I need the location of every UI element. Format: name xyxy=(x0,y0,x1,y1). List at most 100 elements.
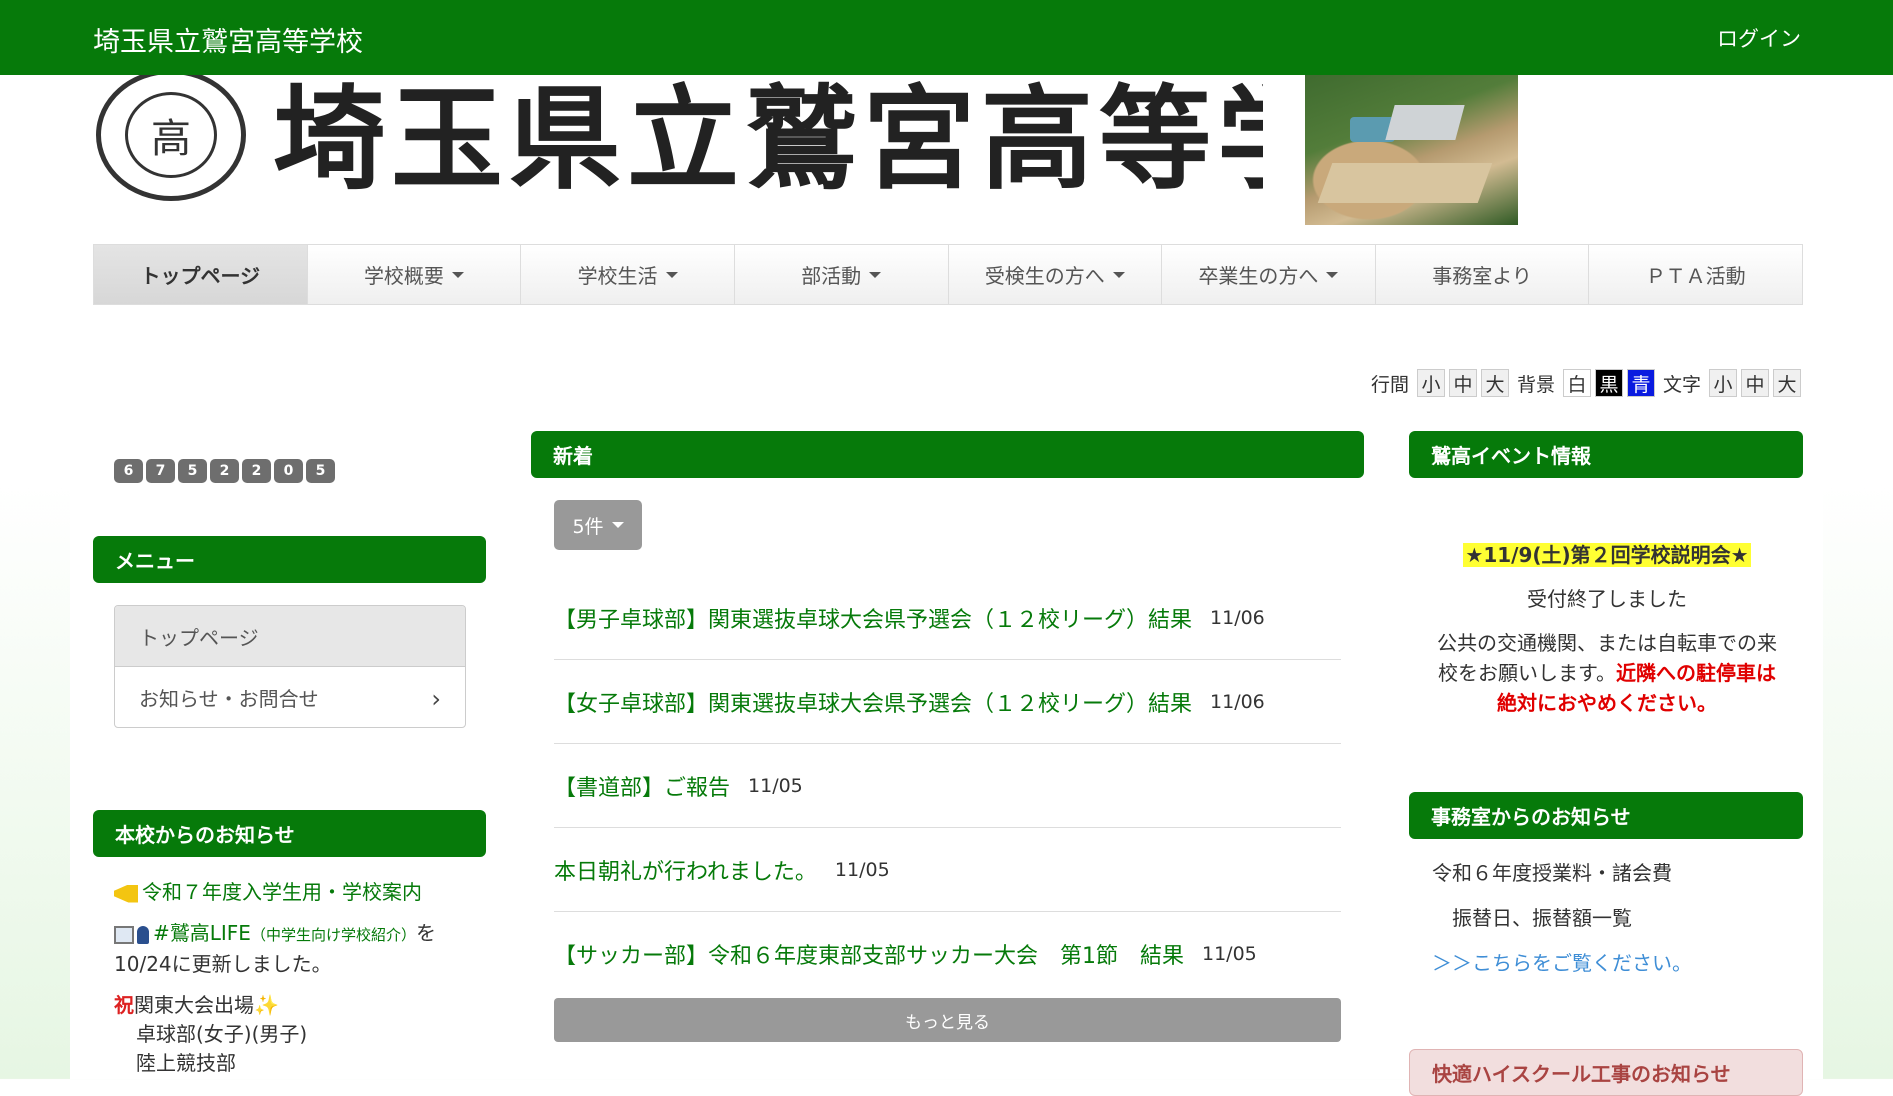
nav-graduates[interactable]: 卒業生の方へ xyxy=(1162,245,1376,304)
list-item: 【サッカー部】令和６年度東部支部サッカー大会 第1節 結果 11/05 xyxy=(554,912,1341,996)
megaphone-icon xyxy=(114,884,138,903)
notice-link-guide[interactable]: 令和７年度入学生用・学校案内 xyxy=(142,880,422,904)
nav-label: 学校概要 xyxy=(363,264,444,288)
text-size-medium[interactable]: 中 xyxy=(1741,369,1769,397)
visitor-counter: 6 7 5 2 2 0 5 xyxy=(114,459,335,483)
office-text: 令和６年度授業料・諸会費 xyxy=(1432,861,1672,885)
notice-link-life[interactable]: #鷲高LIFE（中学生向け学校紹介） xyxy=(153,921,416,945)
caret-down-icon xyxy=(451,271,464,278)
event-highlight: ★11/9(土)第２回学校説明会★ xyxy=(1463,543,1751,567)
emblem-char: 高 xyxy=(125,92,217,178)
nav-label: 部活動 xyxy=(801,264,862,288)
list-item: 【書道部】ご報告 11/05 xyxy=(554,744,1341,828)
notice-item: 祝関東大会出場✨ 卓球部(女子)(男子) 陸上競技部 xyxy=(114,991,459,1078)
chart-icon xyxy=(114,925,134,944)
event-closed: 受付終了しました xyxy=(1527,587,1687,611)
menu-heading: メニュー xyxy=(93,536,486,583)
caret-down-icon xyxy=(665,271,678,278)
notice-text: 陸上競技部 xyxy=(136,1051,236,1075)
line-spacing-medium[interactable]: 中 xyxy=(1448,369,1477,397)
menu-item-label: トップページ xyxy=(139,625,259,650)
office-text: 振替日、振替額一覧 xyxy=(1452,906,1632,930)
chevron-right-icon: › xyxy=(431,685,441,713)
notices-heading: 本校からのお知らせ xyxy=(93,810,486,857)
post-date: 11/06 xyxy=(1210,606,1265,629)
header-banner[interactable]: 高 埼玉県立鷲宮高等学校 xyxy=(93,75,1263,225)
text-size-label: 文字 xyxy=(1662,373,1701,396)
caret-down-icon xyxy=(1326,271,1339,278)
counter-digit: 2 xyxy=(242,459,271,483)
site-title[interactable]: 埼玉県立鷲宮高等学校 xyxy=(93,20,363,59)
post-date: 11/05 xyxy=(834,858,890,881)
caret-down-icon xyxy=(611,522,624,528)
nav-club[interactable]: 部活動 xyxy=(735,245,949,304)
top-bar: 埼玉県立鷲宮高等学校 ログイン xyxy=(0,0,1893,75)
banner-school-name: 埼玉県立鷲宮高等学校 xyxy=(273,75,1263,205)
sparkle-icon: ✨ xyxy=(254,993,279,1017)
construction-heading: 快適ハイスクール工事のお知らせ xyxy=(1409,1049,1803,1096)
post-title[interactable]: 【書道部】ご報告 xyxy=(554,770,730,802)
login-link[interactable]: ログイン xyxy=(1717,23,1801,53)
menu-item-top[interactable]: トップページ xyxy=(115,606,465,667)
list-item: 【女子卓球部】関東選抜卓球大会県予選会（１２校リーグ）結果 11/06 xyxy=(554,660,1341,744)
post-date: 11/06 xyxy=(1210,690,1265,713)
caret-down-icon xyxy=(869,271,882,278)
list-item: 本日朝礼が行われました。 11/05 xyxy=(554,828,1341,912)
aerial-photo xyxy=(1305,75,1518,225)
nav-pta[interactable]: ＰＴＡ活動 xyxy=(1589,245,1802,304)
counter-digit: 6 xyxy=(114,459,143,483)
bg-black-button[interactable]: 黒 xyxy=(1594,369,1623,397)
event-heading: 鷲高イベント情報 xyxy=(1409,431,1803,478)
more-button[interactable]: もっと見る xyxy=(554,998,1341,1042)
text-size-small[interactable]: 小 xyxy=(1709,369,1737,397)
event-info: ★11/9(土)第２回学校説明会★ 受付終了しました 公共の交通機関、または自転… xyxy=(1409,540,1805,718)
post-date: 11/05 xyxy=(748,774,803,797)
post-title[interactable]: 【サッカー部】令和６年度東部支部サッカー大会 第1節 結果 xyxy=(554,938,1184,970)
nav-top[interactable]: トップページ xyxy=(94,245,308,304)
accessibility-tools: 行間 小 中 大 背景 白 黒 青 文字 小 中 大 xyxy=(1363,369,1801,397)
notice-text: 卓球部(女子)(男子) xyxy=(136,1022,308,1046)
office-heading: 事務室からのお知らせ xyxy=(1409,792,1803,839)
line-spacing-small[interactable]: 小 xyxy=(1416,369,1445,397)
side-menu: トップページ お知らせ・お問合せ › xyxy=(114,605,466,728)
line-spacing-label: 行間 xyxy=(1370,373,1409,396)
bg-blue-button[interactable]: 青 xyxy=(1626,369,1655,397)
nav-label: 受検生の方へ xyxy=(984,264,1105,288)
school-emblem: 高 xyxy=(96,75,246,201)
post-title[interactable]: 【男子卓球部】関東選抜卓球大会県予選会（１２校リーグ）結果 xyxy=(554,602,1192,634)
menu-item-contact[interactable]: お知らせ・お問合せ › xyxy=(115,667,465,727)
office-info: 令和６年度授業料・諸会費 振替日、振替額一覧 ＞＞こちらをご覧ください。 xyxy=(1432,858,1792,993)
nav-office[interactable]: 事務室より xyxy=(1376,245,1590,304)
notice-text: 関東大会出場 xyxy=(134,993,254,1017)
nav-label: ＰＴＡ活動 xyxy=(1645,264,1746,288)
caret-down-icon xyxy=(1112,271,1125,278)
bg-white-button[interactable]: 白 xyxy=(1562,369,1591,397)
post-title[interactable]: 【女子卓球部】関東選抜卓球大会県予選会（１２校リーグ）結果 xyxy=(554,686,1192,718)
nav-applicants[interactable]: 受検生の方へ xyxy=(949,245,1163,304)
post-title[interactable]: 本日朝礼が行われました。 xyxy=(554,854,817,886)
nav-school-overview[interactable]: 学校概要 xyxy=(308,245,522,304)
notice-link-life-text: #鷲高LIFE xyxy=(153,921,251,945)
nav-label: 卒業生の方へ xyxy=(1198,264,1319,288)
event-notice: 公共の交通機関、または自転車での来校をお願いします。近隣への駐停車は絶対におやめ… xyxy=(1409,628,1805,718)
notice-link-life-note: （中学生向け学校紹介） xyxy=(250,926,416,944)
menu-item-label: お知らせ・お問合せ xyxy=(139,686,319,711)
text-size-large[interactable]: 大 xyxy=(1773,369,1801,397)
nav-school-life[interactable]: 学校生活 xyxy=(521,245,735,304)
main-nav: トップページ 学校概要 学校生活 部活動 受検生の方へ 卒業生の方へ 事務室より… xyxy=(93,244,1803,305)
counter-digit: 5 xyxy=(178,459,207,483)
notice-item: #鷲高LIFE（中学生向け学校紹介）を10/24に更新しました。 xyxy=(114,919,459,979)
line-spacing-large[interactable]: 大 xyxy=(1480,369,1509,397)
counter-digit: 2 xyxy=(210,459,239,483)
office-link[interactable]: ＞＞こちらをご覧ください。 xyxy=(1432,948,1792,978)
counter-digit: 7 xyxy=(146,459,175,483)
news-heading: 新着 xyxy=(531,431,1364,478)
post-count-dropdown[interactable]: 5件 xyxy=(554,500,642,550)
nav-label: 事務室より xyxy=(1432,264,1532,288)
notice-item: 令和７年度入学生用・学校案内 xyxy=(114,878,459,907)
news-list: 【男子卓球部】関東選抜卓球大会県予選会（１２校リーグ）結果 11/06 【女子卓球… xyxy=(554,576,1341,996)
post-count-label: 5件 xyxy=(572,515,604,538)
celebration-icon: 祝 xyxy=(114,993,134,1017)
school-notices: 令和７年度入学生用・学校案内 #鷲高LIFE（中学生向け学校紹介）を10/24に… xyxy=(114,878,459,1090)
nav-label: トップページ xyxy=(140,264,261,288)
